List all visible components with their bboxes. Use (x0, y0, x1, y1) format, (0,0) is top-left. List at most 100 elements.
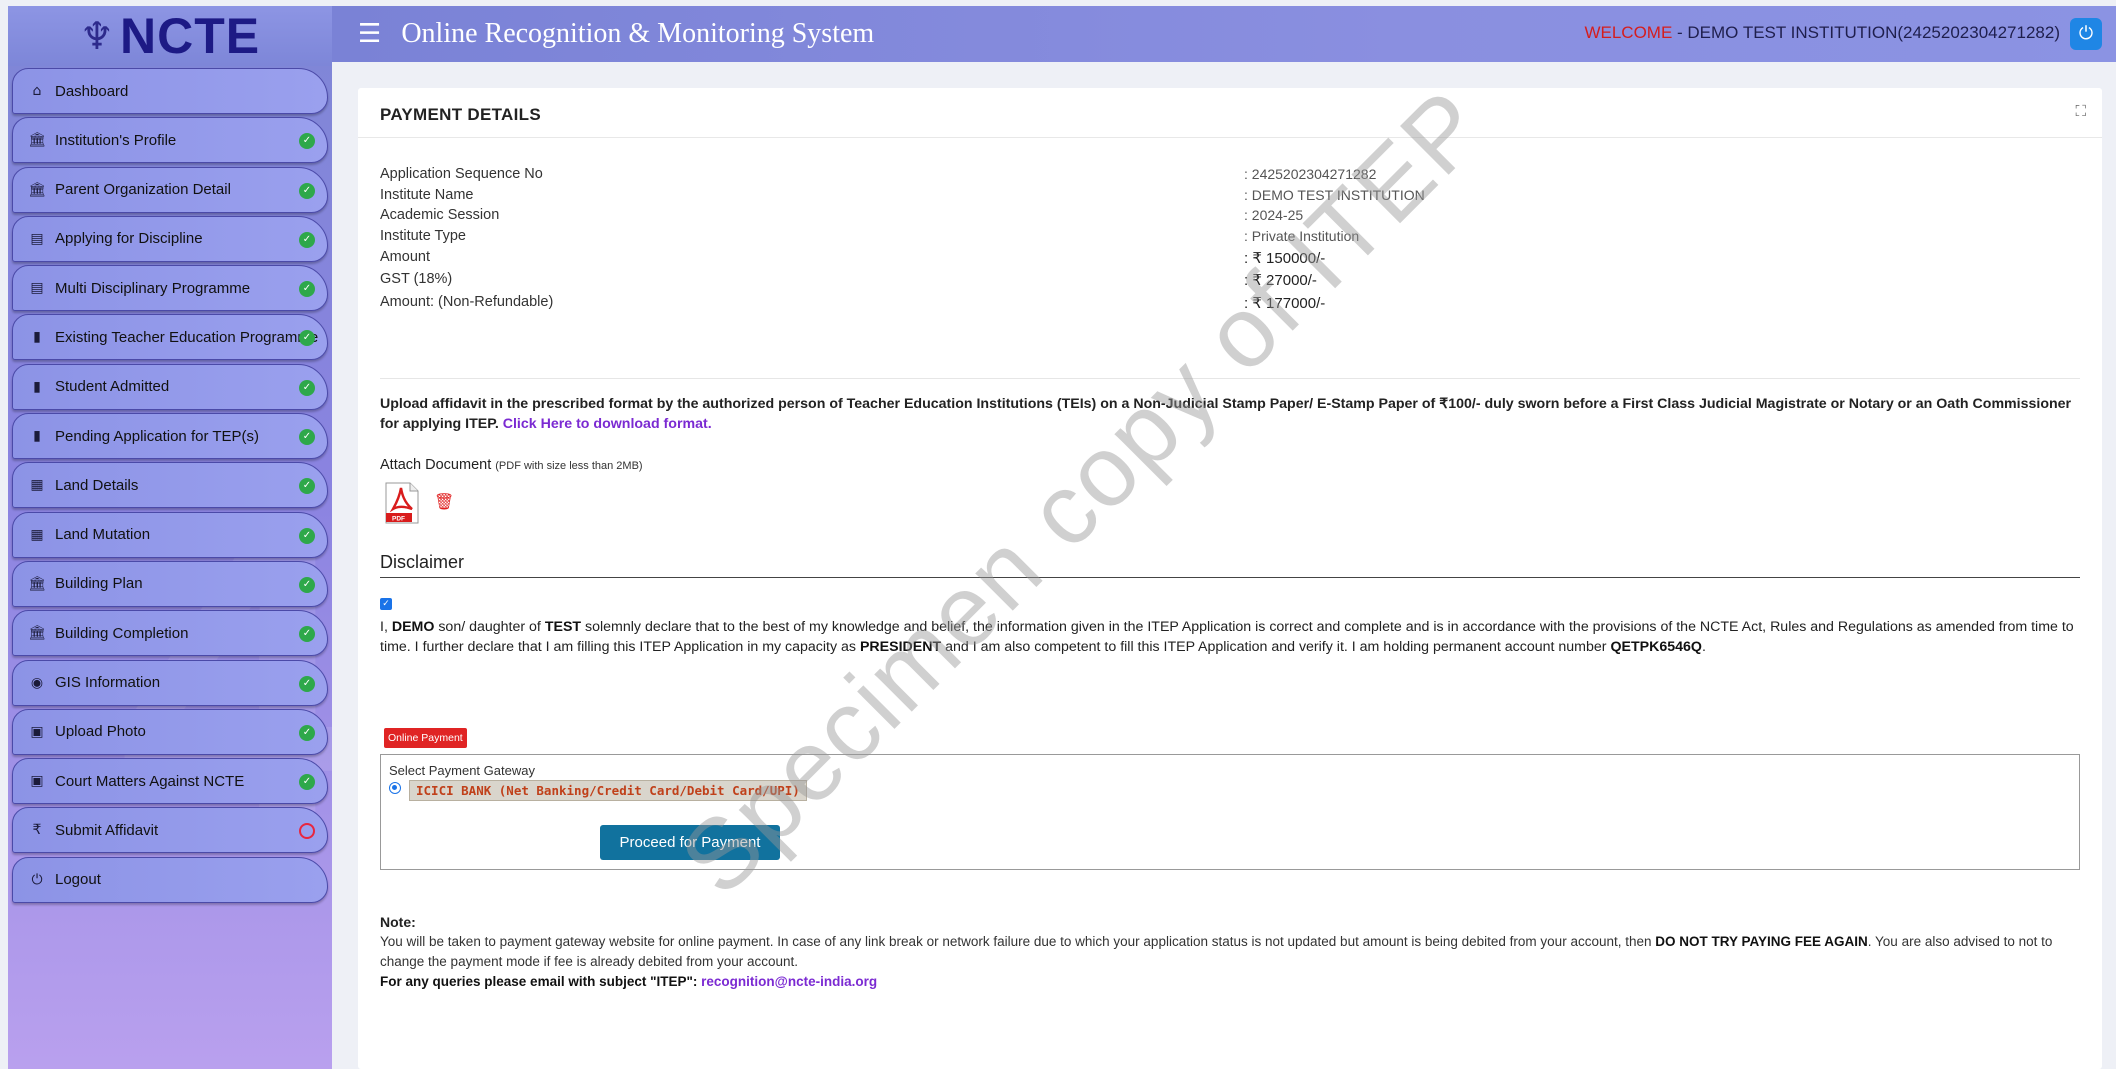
sidebar-item-land-mutation[interactable]: ▦ Land Mutation ✓ (12, 511, 328, 558)
note-warning: DO NOT TRY PAYING FEE AGAIN (1655, 934, 1868, 949)
gateway-option-icici[interactable]: ICICI BANK (Net Banking/Credit Card/Debi… (409, 780, 807, 801)
sidebar-item-student-admitted[interactable]: ▮ Student Admitted ✓ (12, 363, 328, 410)
payment-details-card: PAYMENT DETAILS ⛶ Application Sequence N… (358, 88, 2102, 1069)
completed-check-icon: ✓ (299, 724, 315, 741)
sidebar-item-label: Court Matters Against NCTE (55, 772, 245, 790)
globe-icon: ◉ (30, 674, 44, 691)
support-email-link[interactable]: recognition@ncte-india.org (701, 974, 877, 989)
attach-label-text: Attach Document (380, 457, 492, 473)
sidebar-item-applying-for-discipline[interactable]: ▤ Applying for Discipline ✓ (12, 215, 328, 262)
detail-label: Amount (380, 248, 430, 265)
sidebar-item-label: Land Mutation (55, 526, 151, 544)
completed-check-icon: ✓ (299, 281, 315, 298)
detail-label: Amount: (Non-Refundable) (380, 294, 554, 311)
detail-row: Amount: (Non-Refundable): ₹ 177000/- (380, 292, 2080, 315)
sidebar-item-dashboard[interactable]: ⌂ Dashboard (12, 68, 328, 114)
power-icon: ⏻ (2078, 23, 2094, 44)
upload-instructions: Upload affidavit in the prescribed forma… (380, 394, 2080, 434)
pending-circle-icon (299, 823, 315, 840)
sidebar-item-court-matters-against-ncte[interactable]: ▣ Court Matters Against NCTE ✓ (12, 758, 328, 805)
completed-check-icon: ✓ (299, 379, 315, 396)
sidebar-item-label: Pending Application for TEP(s) (55, 427, 260, 445)
proceed-for-payment-button[interactable]: Proceed for Payment (600, 825, 780, 860)
book-icon: ▮ (33, 428, 41, 445)
attach-document-label: Attach Document (PDF with size less than… (380, 457, 643, 473)
sidebar-item-submit-affidavit[interactable]: ₹ Submit Affidavit (12, 807, 328, 854)
delete-trash-icon[interactable]: 🗑 (434, 492, 454, 511)
detail-label: Institute Type (380, 228, 466, 245)
sidebar-item-upload-photo[interactable]: ▣ Upload Photo ✓ (12, 708, 328, 755)
gateway-radio-icici[interactable] (389, 782, 401, 794)
detail-row: Academic Session : 2024-25 (380, 205, 2080, 226)
sidebar: ♆ NCTE 4 ⌂Dashboard🏛Institution's Profil… (8, 6, 332, 1069)
detail-value: : 2024-25 (1244, 207, 1304, 224)
online-payment-badge: Online Payment (384, 728, 467, 748)
gateway-label: Select Payment Gateway (389, 763, 535, 778)
sidebar-item-parent-organization-detail[interactable]: 🏛 Parent Organization Detail ✓ (12, 166, 328, 213)
detail-value: : Private Institution (1244, 228, 1360, 245)
institution-icon: 🏛 (28, 575, 46, 592)
attach-hint: (PDF with size less than 2MB) (495, 460, 643, 472)
completed-check-icon: ✓ (299, 576, 315, 593)
sidebar-item-label: Student Admitted (55, 378, 170, 396)
detail-value: : ₹ 27000/- (1244, 272, 1317, 290)
completed-check-icon: ✓ (299, 231, 315, 248)
disclaimer-part: I, (380, 619, 392, 635)
detail-row: Institute Name : DEMO TEST INSTITUTION (380, 185, 2080, 206)
sidebar-item-pending-application-for-tep-s[interactable]: ▮ Pending Application for TEP(s) ✓ (12, 413, 328, 460)
sidebar-item-gis-information[interactable]: ◉ GIS Information ✓ (12, 659, 328, 706)
payment-details-list: Application Sequence No: 242520230427128… (380, 164, 2080, 315)
sidebar-item-existing-teacher-education-programme[interactable]: ▮ Existing Teacher Education Programme ✓ (12, 314, 328, 361)
pdf-file-icon[interactable]: PDF (384, 482, 420, 524)
rupee-icon: ₹ (32, 822, 42, 839)
detail-label: GST (18%) (380, 271, 453, 288)
sidebar-item-land-details[interactable]: ▦ Land Details ✓ (12, 462, 328, 509)
institution-icon: 🏛 (28, 132, 46, 149)
note-body: You will be taken to payment gateway web… (380, 932, 2080, 972)
welcome-text: WELCOME - DEMO TEST INSTITUTION(24252023… (1584, 23, 2060, 43)
institution-icon: 🏛 (28, 181, 46, 198)
disclaimer-part: and I am also competent to fill this ITE… (941, 639, 1611, 655)
book-icon: ▮ (33, 378, 41, 395)
detail-row: Application Sequence No: 242520230427128… (380, 164, 2080, 185)
fullscreen-expand-icon[interactable]: ⛶ (2075, 102, 2086, 120)
logout-power-button[interactable]: ⏻ (2070, 18, 2102, 50)
declarant-parent: TEST (544, 619, 582, 635)
completed-check-icon: ✓ (299, 675, 315, 692)
download-format-link[interactable]: Click Here to download format. (503, 416, 712, 432)
sidebar-item-label: Applying for Discipline (55, 230, 203, 248)
institution-icon: 🏛 (28, 625, 46, 642)
note-text: You will be taken to payment gateway web… (380, 934, 1656, 949)
completed-check-icon: ✓ (299, 429, 315, 446)
completed-check-icon: ✓ (299, 182, 315, 199)
sidebar-item-label: Logout (55, 871, 101, 889)
sidebar-item-building-completion[interactable]: 🏛 Building Completion ✓ (12, 610, 328, 657)
ncte-logo[interactable]: ♆ NCTE (8, 6, 332, 66)
detail-value: : ₹ 150000/- (1244, 249, 1326, 267)
sidebar-item-building-plan[interactable]: 🏛 Building Plan ✓ (12, 560, 328, 607)
top-header: ☰ Online Recognition & Monitoring System… (332, 6, 2116, 62)
completed-check-icon: ✓ (299, 626, 315, 643)
note-query-text: For any queries please email with subjec… (380, 974, 702, 989)
sidebar-item-institution-s-profile[interactable]: 🏛 Institution's Profile ✓ (12, 117, 328, 164)
completed-check-icon: ✓ (299, 478, 315, 495)
sidebar-item-logout[interactable]: ⏻ Logout (12, 856, 328, 903)
image-icon: ▣ (30, 773, 44, 790)
sidebar-item-multi-disciplinary-programme[interactable]: ▤ Multi Disciplinary Programme ✓ (12, 265, 328, 312)
card-title: PAYMENT DETAILS (380, 105, 541, 124)
disclaimer-part: son/ daughter of (434, 619, 545, 635)
hamburger-menu-icon[interactable]: ☰ (358, 19, 381, 49)
divider (380, 577, 2080, 578)
detail-row: Amount : ₹ 150000/- (380, 247, 2080, 270)
power-icon: ⏻ (31, 871, 43, 888)
detail-label: Academic Session (380, 207, 500, 224)
detail-value: : DEMO TEST INSTITUTION (1244, 186, 1425, 203)
welcome-institution-name: - DEMO TEST INSTITUTION(2425202304271282… (1672, 23, 2060, 42)
disclaimer-checkbox[interactable]: ✓ (380, 598, 392, 610)
disclaimer-part: . (1701, 639, 1706, 655)
sidebar-item-label: Building Completion (55, 624, 189, 642)
sidebar-item-label: Multi Disciplinary Programme (55, 279, 251, 297)
detail-label: Institute Name (380, 186, 474, 203)
completed-check-icon: ✓ (299, 133, 315, 150)
list-icon: ▤ (30, 280, 44, 297)
